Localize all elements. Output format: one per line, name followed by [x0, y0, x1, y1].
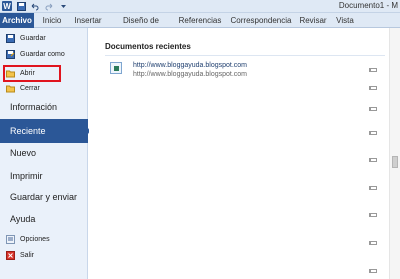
- nav-cerrar-label: Cerrar: [20, 84, 40, 92]
- nav-reciente[interactable]: Reciente: [0, 119, 88, 143]
- tab-vista[interactable]: Vista: [333, 13, 357, 28]
- nav-ayuda[interactable]: Ayuda: [10, 214, 35, 224]
- exit-icon: [6, 250, 15, 260]
- recent-documents-title: Documentos recientes: [105, 42, 191, 51]
- tab-diseno-de-pagina[interactable]: Diseño de página: [110, 13, 172, 40]
- abrir-highlight-box: [3, 65, 61, 82]
- title-bar: W Documento1 - M: [0, 0, 400, 13]
- nav-guardar-y-enviar[interactable]: Guardar y enviar: [10, 192, 77, 202]
- recent-document-path: http://www.bloggayuda.blogspot.com: [133, 71, 248, 78]
- word-document-icon: [110, 62, 122, 74]
- nav-guardar-como-label: Guardar como: [20, 50, 65, 58]
- recent-document-name[interactable]: http://www.bloggayuda.blogspot.com: [133, 62, 247, 69]
- nav-informacion[interactable]: Información: [10, 102, 57, 112]
- pin-icon[interactable]: [369, 186, 377, 190]
- close-document-icon: [6, 84, 15, 93]
- save-as-icon: [6, 49, 15, 59]
- nav-cerrar[interactable]: Cerrar: [6, 82, 40, 94]
- redo-icon[interactable]: [44, 1, 54, 11]
- pin-icon[interactable]: [369, 86, 377, 90]
- nav-guardar-como[interactable]: Guardar como: [6, 48, 65, 60]
- word-app-icon[interactable]: W: [2, 1, 12, 11]
- tab-revisar[interactable]: Revisar: [297, 13, 329, 28]
- tab-inicio[interactable]: Inicio: [37, 13, 67, 28]
- nav-opciones[interactable]: Opciones: [6, 233, 50, 245]
- pin-icon[interactable]: [369, 241, 377, 245]
- nav-opciones-label: Opciones: [20, 235, 50, 243]
- tab-insertar[interactable]: Insertar: [70, 13, 106, 28]
- nav-imprimir[interactable]: Imprimir: [10, 171, 43, 181]
- ribbon-tab-bar: Archivo Inicio Insertar Diseño de página…: [0, 13, 400, 40]
- nav-guardar-label: Guardar: [20, 34, 46, 42]
- pin-icon[interactable]: [369, 107, 377, 111]
- tab-correspondencia[interactable]: Correspondencia: [228, 13, 294, 28]
- tab-referencias[interactable]: Referencias: [175, 13, 225, 28]
- divider: [105, 55, 385, 56]
- pin-icon[interactable]: [369, 158, 377, 162]
- nav-guardar[interactable]: Guardar: [6, 32, 46, 44]
- save-icon: [6, 33, 15, 43]
- save-icon[interactable]: [16, 1, 26, 11]
- customize-toolbar-icon[interactable]: [58, 1, 68, 11]
- recent-documents-panel: Documentos recientes http://www.bloggayu…: [89, 28, 400, 279]
- nav-salir[interactable]: Salir: [6, 249, 34, 261]
- nav-nuevo[interactable]: Nuevo: [10, 148, 36, 158]
- pin-icon[interactable]: [369, 269, 377, 273]
- pin-icon[interactable]: [369, 213, 377, 217]
- window-title: Documento1 - M: [338, 1, 398, 10]
- pin-icon[interactable]: [369, 68, 377, 72]
- nav-salir-label: Salir: [20, 251, 35, 259]
- scrollbar-thumb[interactable]: [392, 156, 398, 168]
- undo-icon[interactable]: [29, 1, 39, 11]
- pin-icon[interactable]: [369, 131, 377, 135]
- options-icon: [6, 234, 15, 244]
- tab-archivo[interactable]: Archivo: [0, 13, 34, 28]
- vertical-scrollbar[interactable]: [389, 28, 400, 279]
